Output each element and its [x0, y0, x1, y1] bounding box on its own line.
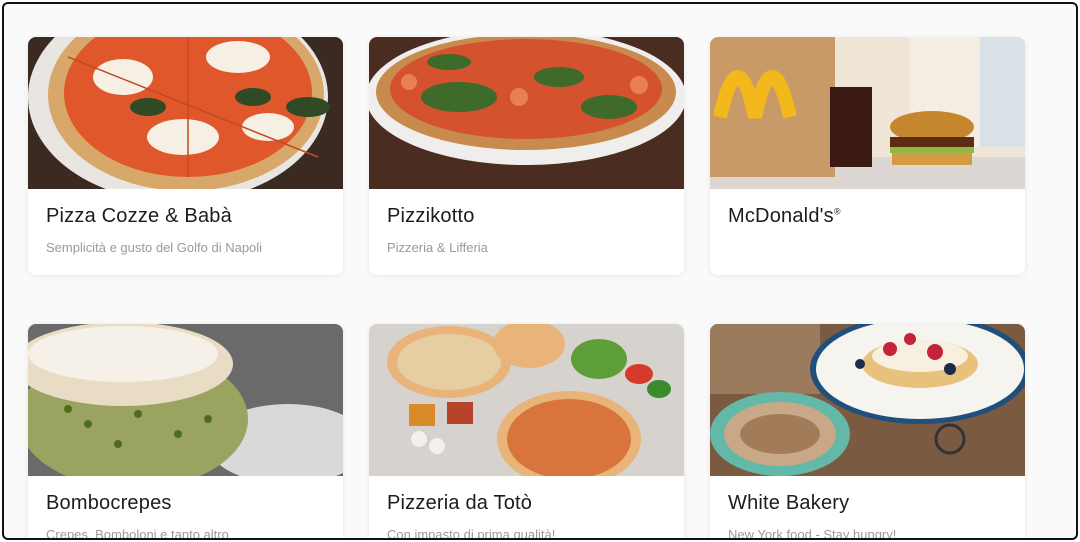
restaurant-description: Crepes, Bomboloni e tanto altro	[46, 527, 229, 540]
restaurant-card[interactable]: Pizzikotto Pizzeria & Lifferia	[369, 37, 684, 275]
restaurant-card[interactable]: White Bakery New York food - Stay hungry…	[710, 324, 1025, 540]
restaurant-image	[369, 324, 684, 476]
restaurant-image	[28, 324, 343, 476]
restaurant-description: Semplicità e gusto del Golfo di Napoli	[46, 240, 263, 255]
restaurant-image	[28, 37, 343, 189]
restaurant-description: Pizzeria & Lifferia	[387, 240, 488, 255]
restaurant-description: Con impasto di prima qualità!	[387, 527, 556, 540]
restaurant-name: Pizza Cozze & Babà	[46, 205, 232, 227]
restaurant-name: Pizzikotto	[387, 205, 475, 227]
restaurant-card[interactable]: Bombocrepes Crepes, Bomboloni e tanto al…	[28, 324, 343, 540]
restaurant-image	[710, 324, 1025, 476]
restaurant-card[interactable]: McDonald's®	[710, 37, 1025, 275]
restaurant-card[interactable]: Pizzeria da Totò Con impasto di prima qu…	[369, 324, 684, 540]
restaurant-description: New York food - Stay hungry!	[728, 527, 897, 540]
restaurant-image	[369, 37, 684, 189]
restaurant-name: Bombocrepes	[46, 492, 172, 514]
restaurant-grid: Pizza Cozze & Babà Semplicità e gusto de…	[4, 4, 1076, 538]
restaurant-name: White Bakery	[728, 492, 850, 514]
app-frame: Pizza Cozze & Babà Semplicità e gusto de…	[2, 2, 1078, 540]
restaurant-image	[710, 37, 1025, 189]
restaurant-name: McDonald's®	[728, 205, 841, 227]
restaurant-card[interactable]: Pizza Cozze & Babà Semplicità e gusto de…	[28, 37, 343, 275]
restaurant-name: Pizzeria da Totò	[387, 492, 533, 514]
